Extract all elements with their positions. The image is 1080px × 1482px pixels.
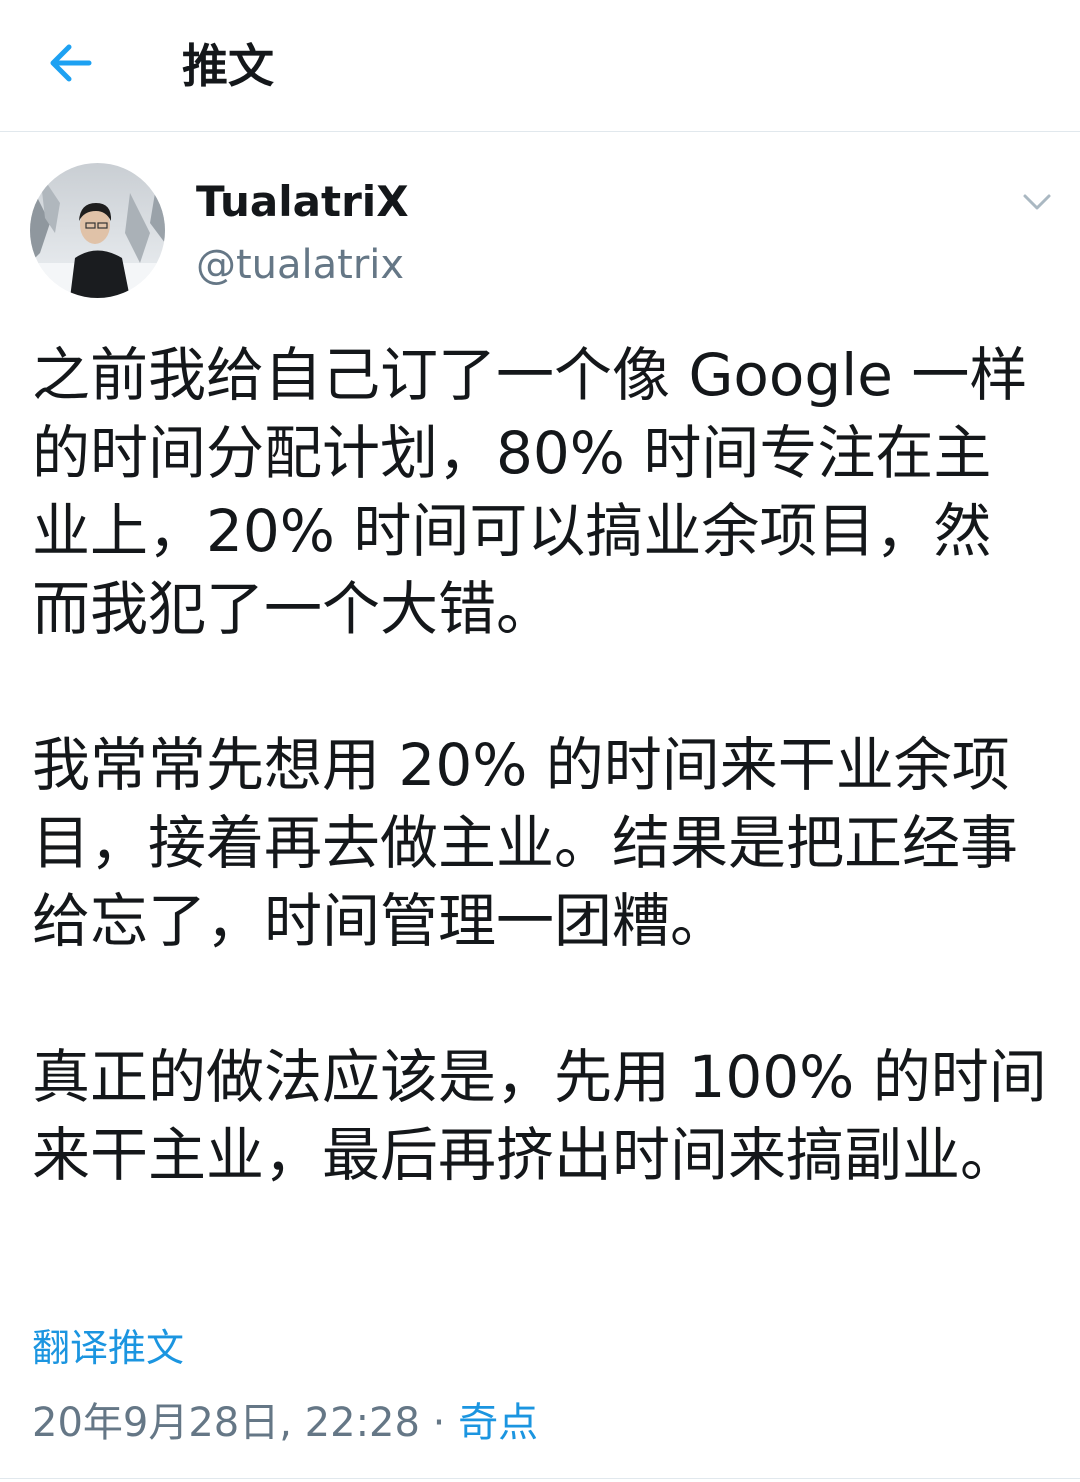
- author-handle[interactable]: @tualatrix: [196, 238, 404, 292]
- divider: [0, 1478, 1080, 1479]
- top-bar: 推文: [0, 0, 1080, 132]
- tweet-body: 之前我给自己订了一个像 Google 一样的时间分配计划，80% 时间专注在主业…: [32, 336, 1048, 1194]
- tweet-source-link[interactable]: 奇点: [458, 1400, 538, 1446]
- tweet-timestamp: 20年9月28日, 22:28: [32, 1400, 420, 1446]
- meta-separator: ·: [419, 1400, 459, 1446]
- tweet-paragraph: 真正的做法应该是，先用 100% 的时间来干主业，最后再挤出时间来搞副业。: [32, 1043, 1047, 1189]
- page-title: 推文: [182, 39, 274, 93]
- chevron-down-icon: [1023, 194, 1051, 210]
- avatar-photo: [30, 163, 165, 298]
- tweet-paragraph: 之前我给自己订了一个像 Google 一样的时间分配计划，80% 时间专注在主业…: [32, 341, 1028, 643]
- author-name[interactable]: TualatriX: [196, 174, 409, 230]
- avatar[interactable]: [30, 163, 165, 298]
- back-button[interactable]: [38, 30, 104, 96]
- arrow-left-icon: [50, 44, 92, 82]
- tweet-paragraph: 我常常先想用 20% 的时间来干业余项目，接着再去做主业。结果是把正经事给忘了，…: [32, 731, 1019, 955]
- tweet-menu-button[interactable]: [1014, 182, 1060, 222]
- tweet-meta: 20年9月28日, 22:28 · 奇点: [32, 1396, 538, 1450]
- translate-tweet-link[interactable]: 翻译推文: [32, 1322, 184, 1374]
